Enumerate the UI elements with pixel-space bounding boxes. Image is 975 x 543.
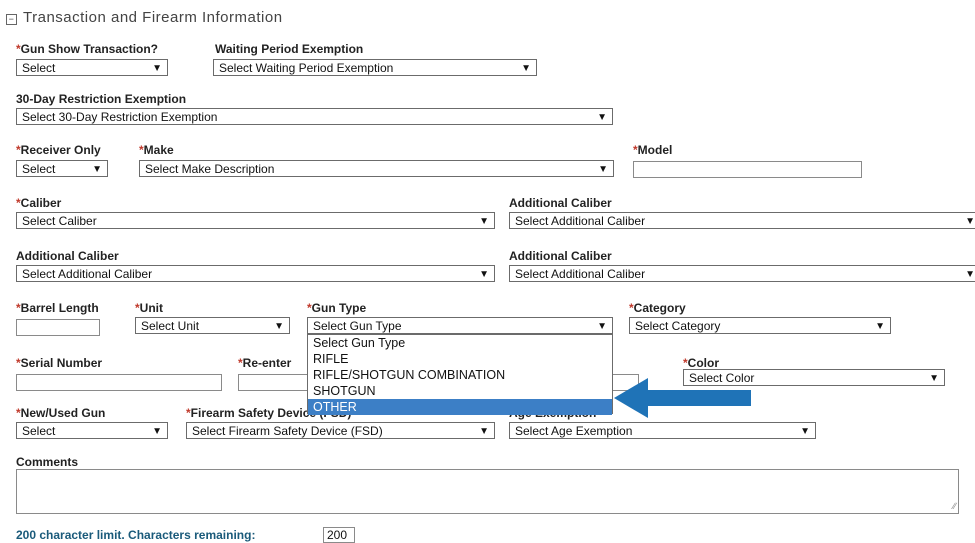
annotation-arrow-icon xyxy=(614,378,648,418)
caliber-label: *Caliber xyxy=(16,196,62,210)
section-header[interactable]: − Transaction and Firearm Information xyxy=(6,9,283,26)
gun-show-label: *Gun Show Transaction? xyxy=(16,42,159,56)
chevron-down-icon: ▼ xyxy=(929,373,939,384)
model-label: *Model xyxy=(633,143,673,157)
gun-type-option-rifle[interactable]: RIFLE xyxy=(308,351,612,367)
collapse-icon[interactable]: − xyxy=(6,14,17,25)
receiver-only-select[interactable]: Select ▼ xyxy=(16,160,108,177)
unit-label: *Unit xyxy=(135,301,163,315)
annotation-arrow-shaft xyxy=(646,390,751,406)
additional-caliber-select-2[interactable]: Select Additional Caliber ▼ xyxy=(16,265,495,282)
color-label: *Color xyxy=(683,356,720,370)
chevron-down-icon: ▼ xyxy=(597,321,607,332)
comments-textarea[interactable]: ∕∕ xyxy=(16,469,959,514)
additional-caliber-select-1[interactable]: Select Additional Caliber ▼ xyxy=(509,212,975,229)
additional-caliber-label-2: Additional Caliber xyxy=(16,249,119,263)
gun-type-option-rifle-shotgun[interactable]: RIFLE/SHOTGUN COMBINATION xyxy=(308,367,612,383)
gun-type-select[interactable]: Select Gun Type ▼ xyxy=(307,317,613,334)
caliber-select[interactable]: Select Caliber ▼ xyxy=(16,212,495,229)
gun-show-select[interactable]: Select ▼ xyxy=(16,59,168,76)
new-used-label: *New/Used Gun xyxy=(16,406,106,420)
receiver-only-label: *Receiver Only xyxy=(16,143,101,157)
waiting-period-label: Waiting Period Exemption xyxy=(215,42,364,56)
category-select[interactable]: Select Category ▼ xyxy=(629,317,891,334)
chevron-down-icon: ▼ xyxy=(152,426,162,437)
model-input[interactable] xyxy=(633,161,862,178)
char-remaining-field: 200 xyxy=(323,527,355,543)
serial-number-input[interactable] xyxy=(16,374,222,391)
category-label: *Category xyxy=(629,301,686,315)
restriction-select[interactable]: Select 30-Day Restriction Exemption ▼ xyxy=(16,108,613,125)
reenter-label: *Re-enter xyxy=(238,356,292,370)
comments-label: Comments xyxy=(16,455,79,469)
make-label: *Make xyxy=(139,143,174,157)
waiting-period-select[interactable]: Select Waiting Period Exemption ▼ xyxy=(213,59,537,76)
age-exemption-select[interactable]: Select Age Exemption ▼ xyxy=(509,422,816,439)
gun-type-option-select[interactable]: Select Gun Type xyxy=(308,335,612,351)
serial-number-label: *Serial Number xyxy=(16,356,103,370)
color-select[interactable]: Select Color ▼ xyxy=(683,369,945,386)
chevron-down-icon: ▼ xyxy=(598,164,608,175)
chevron-down-icon: ▼ xyxy=(479,216,489,227)
gun-type-option-other[interactable]: OTHER xyxy=(308,399,612,415)
new-used-select[interactable]: Select ▼ xyxy=(16,422,168,439)
section-title: Transaction and Firearm Information xyxy=(23,9,283,26)
char-limit-label: 200 character limit. Characters remainin… xyxy=(16,528,256,542)
fsd-select[interactable]: Select Firearm Safety Device (FSD) ▼ xyxy=(186,422,495,439)
gun-type-dropdown: Select Gun Type RIFLE RIFLE/SHOTGUN COMB… xyxy=(307,334,613,415)
chevron-down-icon: ▼ xyxy=(521,63,531,74)
chevron-down-icon: ▼ xyxy=(152,63,162,74)
barrel-length-label: *Barrel Length xyxy=(16,301,99,315)
unit-select[interactable]: Select Unit ▼ xyxy=(135,317,290,334)
restriction-label: 30-Day Restriction Exemption xyxy=(16,92,187,106)
gun-type-option-shotgun[interactable]: SHOTGUN xyxy=(308,383,612,399)
chevron-down-icon: ▼ xyxy=(800,426,810,437)
gun-type-label: *Gun Type xyxy=(307,301,367,315)
chevron-down-icon: ▼ xyxy=(479,426,489,437)
additional-caliber-label-1: Additional Caliber xyxy=(509,196,612,210)
additional-caliber-select-3[interactable]: Select Additional Caliber ▼ xyxy=(509,265,975,282)
make-select[interactable]: Select Make Description ▼ xyxy=(139,160,614,177)
resize-handle-icon[interactable]: ∕∕ xyxy=(953,501,956,511)
chevron-down-icon: ▼ xyxy=(965,216,975,227)
chevron-down-icon: ▼ xyxy=(92,164,102,175)
chevron-down-icon: ▼ xyxy=(965,269,975,280)
chevron-down-icon: ▼ xyxy=(479,269,489,280)
additional-caliber-label-3: Additional Caliber xyxy=(509,249,612,263)
chevron-down-icon: ▼ xyxy=(875,321,885,332)
chevron-down-icon: ▼ xyxy=(274,321,284,332)
barrel-length-input[interactable] xyxy=(16,319,100,336)
chevron-down-icon: ▼ xyxy=(597,112,607,123)
